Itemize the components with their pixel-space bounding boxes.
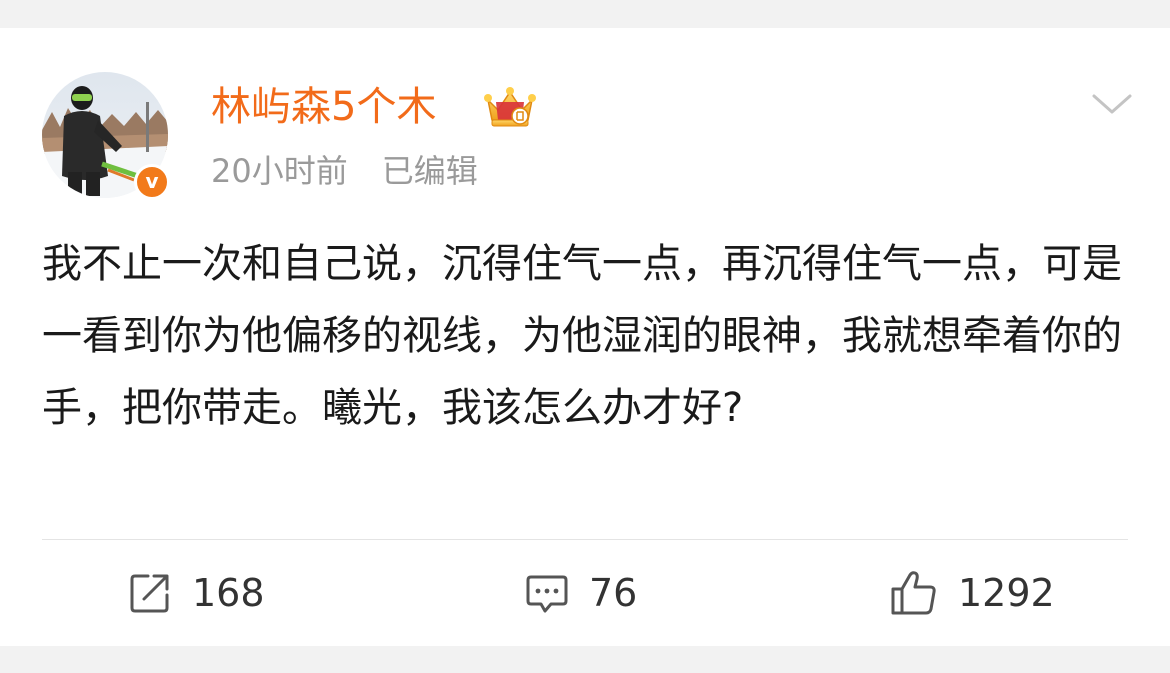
comment-icon (526, 575, 568, 613)
comment-count: 76 (589, 571, 638, 615)
edited-label[interactable]: 已编辑 (382, 152, 478, 190)
thumbs-up-icon (891, 571, 936, 615)
repost-button[interactable]: 168 (128, 568, 265, 618)
like-button[interactable]: 1292 (890, 568, 1055, 618)
chevron-down-icon[interactable] (1090, 88, 1134, 118)
comment-button[interactable]: 76 (525, 568, 637, 618)
crown-vip-icon[interactable] (482, 86, 538, 130)
divider (42, 539, 1128, 540)
verified-badge: v (134, 164, 170, 200)
post-text: 我不止一次和自己说，沉得住气一点，再沉得住气一点，可是一看到你为他偏移的视线，为… (42, 241, 1122, 431)
like-count: 1292 (958, 571, 1055, 615)
weibo-post-card: v 林屿森5个木 20小时前 已编辑 我不止一次和自己说，沉得住气一点，再沉得住气… (0, 28, 1170, 646)
author-avatar[interactable]: v (42, 72, 170, 200)
post-time: 20小时前 (211, 152, 348, 190)
share-icon (130, 574, 169, 613)
post-meta: 20小时前 已编辑 (211, 150, 478, 192)
repost-count: 168 (192, 571, 265, 615)
author-name[interactable]: 林屿森5个木 (211, 82, 436, 132)
